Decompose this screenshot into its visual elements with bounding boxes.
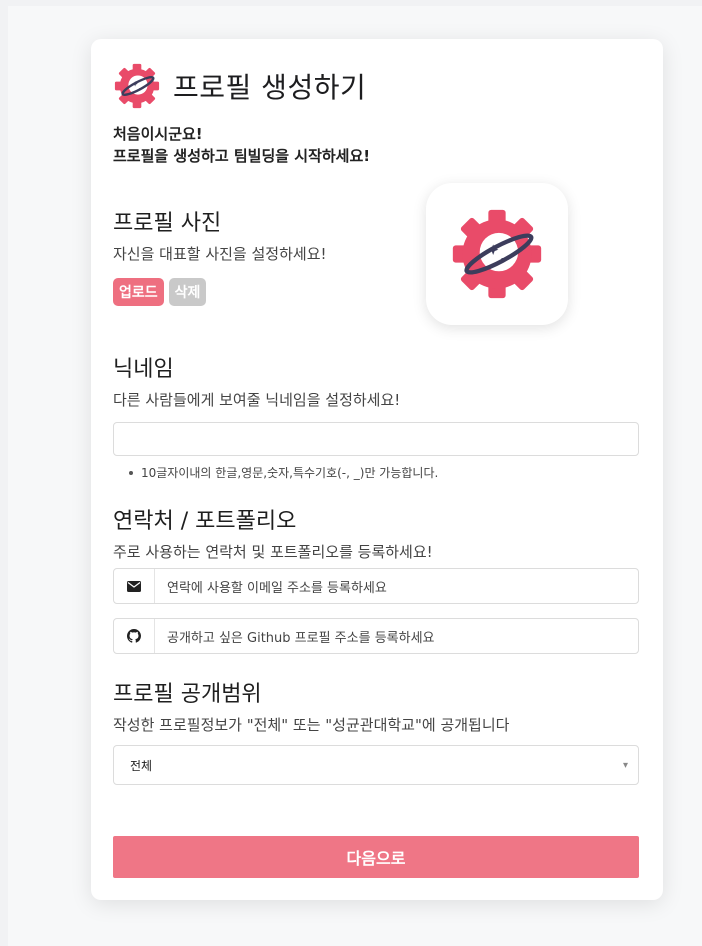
github-icon [127,629,141,643]
nickname-hint: 10글자이내의 한글,영문,숫자,특수기호(-, _)만 가능합니다. [113,464,639,481]
nickname-title: 닉네임 [113,357,174,382]
contact-title: 연락처 / 포트폴리오 [113,509,297,534]
intro-text: 처음이시군요! 프로필을 생성하고 팀빌딩을 시작하세요! [113,123,639,167]
contact-section: 연락처 / 포트폴리오 주로 사용하는 연락처 및 포트폴리오를 등록하세요! … [113,503,639,654]
next-button[interactable]: 다음으로 [113,836,639,878]
intro-line-2: 프로필을 생성하고 팀빌딩을 시작하세요! [113,147,371,165]
photo-section: 프로필 사진 자신을 대표할 사진을 설정하세요! 업로드 삭제 [113,183,639,325]
profile-card: 프로필 생성하기 처음이시군요! 프로필을 생성하고 팀빌딩을 시작하세요! 프… [91,39,663,900]
visibility-selected-value: 전체 [130,758,153,773]
nickname-hint-text: 10글자이내의 한글,영문,숫자,특수기호(-, _)만 가능합니다. [141,466,439,480]
github-placeholder: 공개하고 싶은 Github 프로필 주소를 등록하세요 [167,630,435,646]
envelope-icon [127,580,141,592]
bullet-icon [129,470,133,475]
github-field[interactable]: 공개하고 싶은 Github 프로필 주소를 등록하세요 [113,618,639,654]
github-icon-box [114,619,155,653]
header: 프로필 생성하기 [113,61,639,111]
gear-planet-avatar-icon [452,209,542,299]
email-icon-box [114,569,155,603]
visibility-select[interactable]: 전체 ▾ [113,745,639,785]
nickname-section: 닉네임 다른 사람들에게 보여줄 닉네임을 설정하세요! 10글자이내의 한글,… [113,351,639,481]
nickname-input[interactable] [113,422,639,456]
email-field[interactable]: 연락에 사용할 이메일 주소를 등록하세요 [113,568,639,604]
contact-description: 주로 사용하는 연락처 및 포트폴리오를 등록하세요! [113,543,433,561]
visibility-description: 작성한 프로필정보가 "전체" 또는 "성균관대학교"에 공개됩니다 [113,716,510,734]
upload-button[interactable]: 업로드 [113,278,164,306]
intro-line-1: 처음이시군요! [113,125,203,143]
email-placeholder: 연락에 사용할 이메일 주소를 등록하세요 [167,580,387,596]
chevron-down-icon: ▾ [622,759,628,771]
gear-planet-logo-icon [114,63,160,109]
visibility-section: 프로필 공개범위 작성한 프로필정보가 "전체" 또는 "성균관대학교"에 공개… [113,676,639,785]
visibility-title: 프로필 공개범위 [113,682,262,707]
delete-button[interactable]: 삭제 [168,278,207,306]
profile-photo-preview[interactable] [426,183,568,325]
nickname-description: 다른 사람들에게 보여줄 닉네임을 설정하세요! [113,391,401,409]
page-title: 프로필 생성하기 [173,71,367,104]
